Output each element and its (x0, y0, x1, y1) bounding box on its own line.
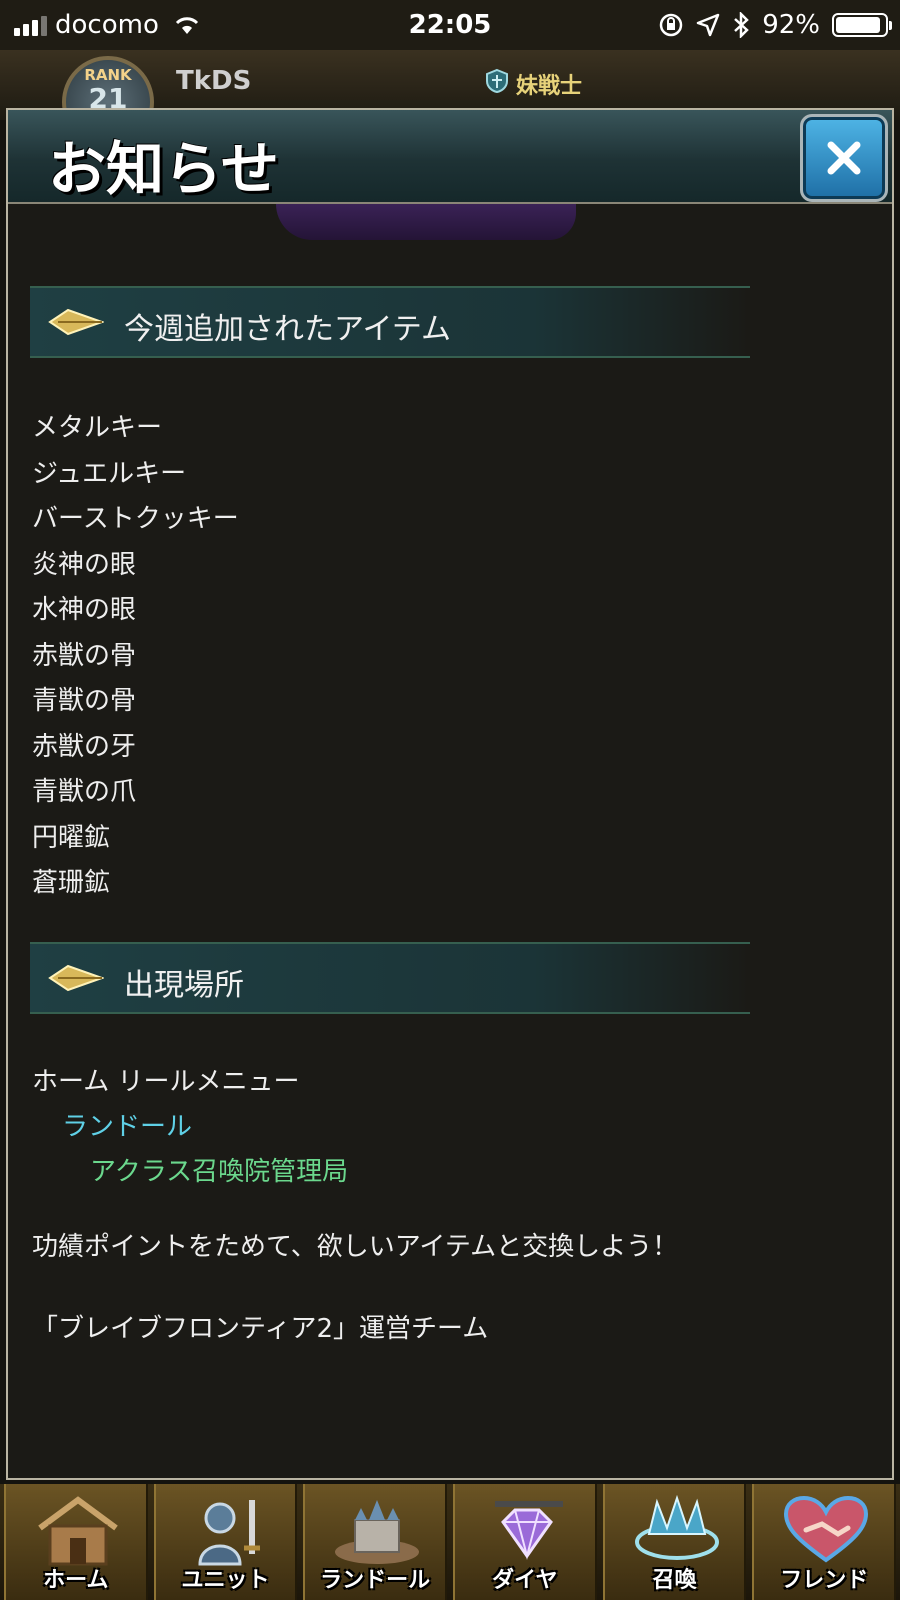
list-item: 青獣の爪 (32, 777, 137, 807)
list-item: 炎神の眼 (32, 549, 137, 580)
nav-label-diamond: ダイヤ (492, 1568, 558, 1593)
battery-icon (832, 13, 892, 37)
item-list: メタルキー ジュエルキー バーストクッキー 炎神の眼 水神の眼 赤獣の骨 青獣の… (32, 406, 239, 907)
arrowhead-icon (48, 308, 104, 336)
nav-label-unit: ユニット (181, 1568, 270, 1593)
location-link-bureau[interactable]: アクラス召喚院管理局 (32, 1150, 348, 1195)
nav-label-summon: 召喚 (652, 1568, 697, 1593)
banner-artwork (276, 204, 576, 240)
knight-icon (198, 1500, 260, 1566)
notice-message: 功績ポイントをためて、欲しいアイテムと交換しよう！ (32, 1232, 679, 1262)
shield-icon (486, 68, 508, 94)
list-item: メタルキー (32, 413, 163, 443)
nav-label-friend: フレンド (780, 1568, 869, 1593)
list-item: 水神の眼 (32, 595, 137, 625)
list-item: 赤獣の骨 (32, 640, 137, 671)
close-icon (827, 141, 861, 175)
location-arrow-icon (696, 13, 720, 37)
gem-icon (495, 1501, 564, 1560)
notice-signature: 「ブレイブフロンティア2」運営チーム (32, 1314, 489, 1344)
notice-modal: お知らせ 今週追加されたアイテム メタルキー ジュエルキー バーストクッキー 炎… (6, 108, 894, 1480)
status-right: 92% (658, 10, 892, 40)
nav-label-home: ホーム (43, 1568, 109, 1593)
player-title: 妹戦士 (516, 74, 583, 99)
house-icon (38, 1496, 118, 1566)
list-item: 蒼珊鉱 (32, 868, 111, 898)
summon-crystal-icon (634, 1494, 719, 1560)
location-root: ホーム リールメニュー (32, 1067, 300, 1097)
list-item: 円曜鉱 (32, 822, 111, 853)
list-item: 赤獣の牙 (32, 731, 137, 762)
nav-unit[interactable]: ユニット (153, 1484, 298, 1600)
heart-handshake-icon (784, 1495, 869, 1563)
modal-header: お知らせ (8, 110, 892, 204)
list-item: ジュエルキー (32, 458, 187, 489)
list-item: 青獣の骨 (32, 686, 137, 716)
location-path: ホーム リールメニュー ランドール アクラス召喚院管理局 (32, 1060, 348, 1195)
player-name: TkDS (176, 66, 252, 96)
nav-randall[interactable]: ランドール (303, 1484, 448, 1600)
battery-percent: 92% (762, 10, 820, 40)
close-button[interactable] (800, 114, 888, 202)
section-title-location: 出現場所 (124, 968, 244, 1003)
section-title-items: 今週追加されたアイテム (124, 312, 451, 347)
location-link-randall[interactable]: ランドール (32, 1105, 348, 1150)
nav-summon[interactable]: 召喚 (602, 1484, 747, 1600)
modal-title: お知らせ (48, 135, 279, 203)
castle-icon (335, 1500, 420, 1564)
list-item: バーストクッキー (32, 504, 239, 534)
section-header-items: 今週追加されたアイテム (30, 286, 750, 358)
section-header-location: 出現場所 (30, 942, 750, 1014)
nav-home[interactable]: ホーム (4, 1484, 148, 1600)
nav-label-randall: ランドール (320, 1568, 431, 1593)
status-bar: docomo 22:05 92% (0, 0, 900, 50)
battery-fill (836, 17, 881, 33)
bottom-nav: ホーム ユニット ランドール ダイヤ 召喚 フレンド (0, 1484, 900, 1600)
nav-diamond[interactable]: ダイヤ (453, 1484, 597, 1600)
rotation-lock-icon (659, 13, 683, 37)
bluetooth-icon (734, 12, 750, 38)
nav-friend[interactable]: フレンド (752, 1484, 897, 1600)
arrowhead-icon (48, 964, 104, 992)
